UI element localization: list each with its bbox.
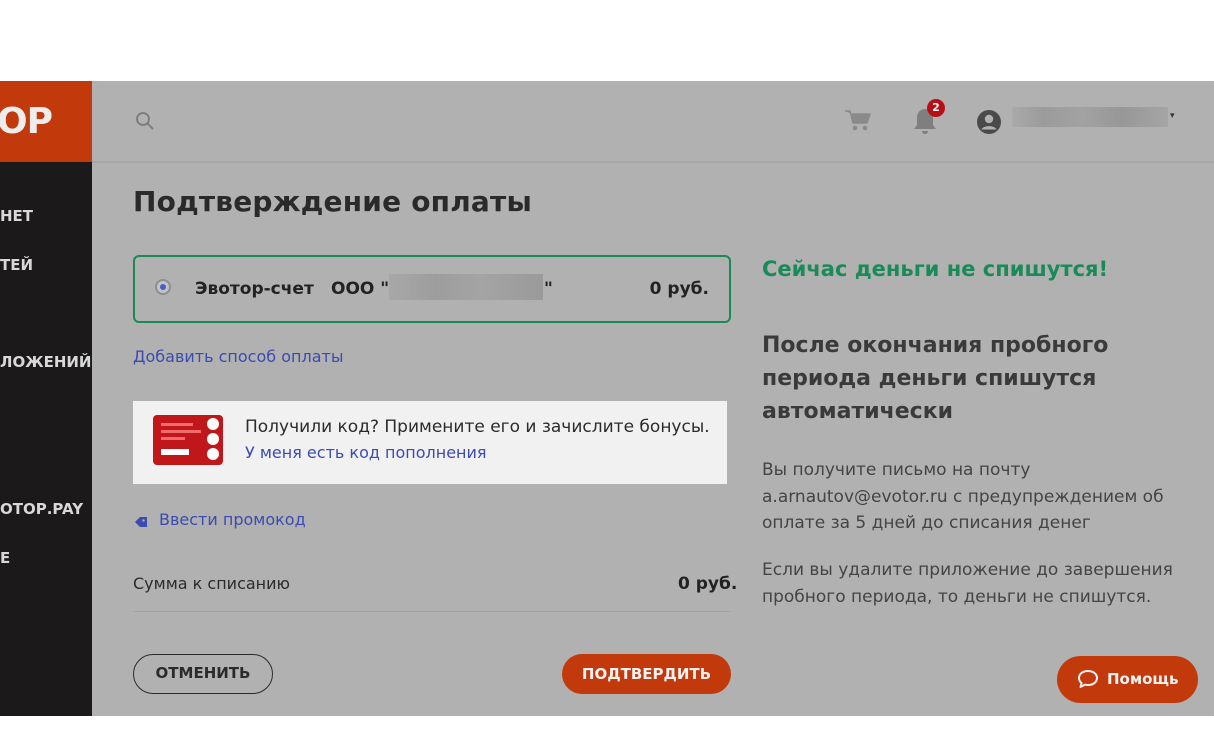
cart-icon[interactable]	[844, 108, 872, 136]
bonus-code-text: Получили код? Примените его и зачислите …	[245, 417, 710, 437]
help-button-label: Помощь	[1107, 670, 1179, 688]
top-bar: 2 ▾	[92, 81, 1214, 163]
add-payment-method-link[interactable]: Добавить способ оплаты	[133, 347, 343, 366]
help-button[interactable]: Помощь	[1057, 656, 1198, 703]
avatar-icon[interactable]	[976, 109, 1002, 139]
sidebar-item-apps[interactable]: ТЕЙ	[0, 256, 33, 274]
main-content: 2 ▾ Подтверждение оплаты Эвотор-счет ООО…	[92, 81, 1214, 716]
logo-text: OP	[0, 101, 53, 142]
confirm-button[interactable]: ПОДТВЕРДИТЬ	[562, 654, 731, 694]
sum-value: 0 руб.	[678, 574, 738, 594]
sidebar-item-account[interactable]: НЕТ	[0, 207, 33, 225]
sidebar-item-applications[interactable]: ЛОЖЕНИЙ	[0, 353, 91, 371]
payment-method-radio[interactable]	[155, 279, 171, 295]
bonus-card-icon	[153, 415, 223, 469]
no-charge-heading: Сейчас деньги не спишутся!	[762, 257, 1109, 281]
bonus-code-link[interactable]: У меня есть код пополнения	[245, 443, 487, 462]
chat-bubble-icon	[1077, 669, 1099, 693]
notification-badge: 2	[927, 99, 945, 117]
cancel-button[interactable]: ОТМЕНИТЬ	[133, 654, 273, 694]
trial-delete-text: Если вы удалите приложение до завершения…	[762, 560, 1173, 607]
promo-code-link[interactable]: Ввести промокод	[159, 510, 306, 529]
divider	[133, 611, 731, 612]
sidebar: OP НЕТ ТЕЙ ЛОЖЕНИЙ ОТОР.PAY Е	[0, 81, 92, 716]
user-name-redacted[interactable]	[1012, 107, 1168, 127]
payment-org-suffix: "	[544, 279, 553, 299]
app-window: OP НЕТ ТЕЙ ЛОЖЕНИЙ ОТОР.PAY Е 2 ▾ Подтве…	[0, 81, 1214, 716]
org-name-redacted	[389, 274, 543, 300]
user-menu-caret[interactable]: ▾	[1170, 111, 1175, 121]
sum-label: Сумма к списанию	[133, 574, 291, 593]
trial-info-heading: После окончания пробного периода деньги …	[762, 333, 1109, 424]
payment-method-amount: 0 руб.	[649, 279, 709, 299]
logo[interactable]: OP	[0, 81, 92, 162]
payment-method-name: Эвотор-счет	[195, 279, 314, 299]
sidebar-item-evotor-pay[interactable]: ОТОР.PAY	[0, 500, 83, 518]
page-title: Подтверждение оплаты	[133, 185, 532, 218]
trial-email-text: Вы получите письмо на почту a.arnautov@e…	[762, 460, 1164, 533]
payment-org-prefix: ООО "	[331, 279, 390, 299]
sidebar-item-more[interactable]: Е	[0, 549, 10, 567]
search-icon[interactable]	[135, 111, 155, 135]
bonus-code-banner: Получили код? Примените его и зачислите …	[133, 401, 727, 484]
tag-icon	[134, 513, 148, 532]
payment-method-card[interactable]: Эвотор-счет ООО " " 0 руб.	[133, 255, 731, 323]
